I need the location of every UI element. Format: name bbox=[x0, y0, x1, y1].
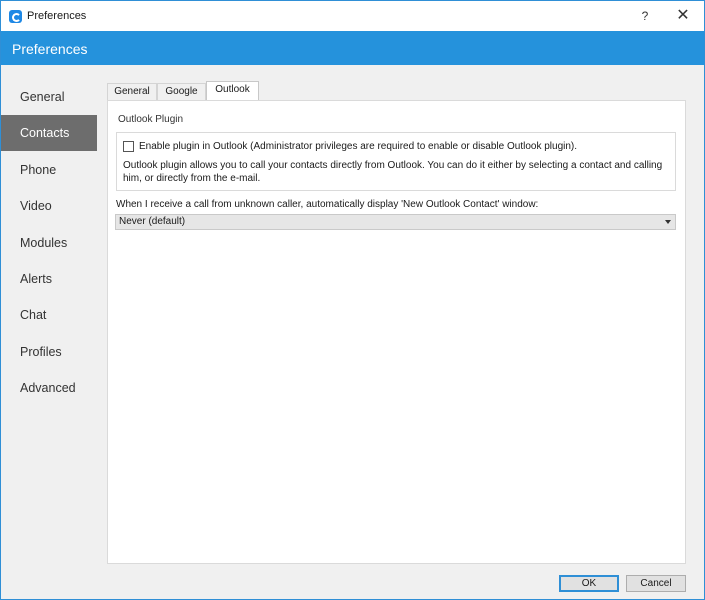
page-header: Preferences bbox=[1, 31, 704, 65]
tab-google[interactable]: Google bbox=[157, 83, 206, 100]
sidebar-item-modules[interactable]: Modules bbox=[1, 225, 97, 261]
unknown-caller-selected-value: Never (default) bbox=[119, 216, 186, 227]
tab-outlook[interactable]: Outlook bbox=[206, 81, 259, 101]
app-logo-icon bbox=[9, 10, 22, 23]
window-title: Preferences bbox=[27, 10, 87, 22]
page-title: Preferences bbox=[12, 41, 88, 57]
dropdown-arrow-icon bbox=[665, 220, 671, 224]
sidebar-item-general[interactable]: General bbox=[1, 79, 97, 115]
enable-plugin-label[interactable]: Enable plugin in Outlook (Administrator … bbox=[139, 141, 577, 152]
close-button[interactable]: ✕ bbox=[665, 1, 701, 31]
sidebar-item-profiles[interactable]: Profiles bbox=[1, 334, 97, 370]
sidebar-item-chat[interactable]: Chat bbox=[1, 297, 97, 333]
unknown-caller-label: When I receive a call from unknown calle… bbox=[116, 199, 539, 210]
sidebar-item-advanced[interactable]: Advanced bbox=[1, 370, 97, 406]
sidebar-item-contacts[interactable]: Contacts bbox=[1, 115, 97, 151]
enable-plugin-checkbox[interactable] bbox=[123, 141, 134, 152]
sidebar-item-video[interactable]: Video bbox=[1, 188, 97, 224]
cancel-button[interactable]: Cancel bbox=[626, 575, 686, 592]
outlook-plugin-description: Outlook plugin allows you to call your c… bbox=[123, 160, 663, 184]
outlook-plugin-section-title: Outlook Plugin bbox=[118, 114, 184, 125]
sidebar: General Contacts Phone Video Modules Ale… bbox=[1, 65, 97, 599]
preferences-window: Preferences ? ✕ Preferences General Cont… bbox=[0, 0, 705, 600]
tab-general[interactable]: General bbox=[107, 83, 157, 100]
unknown-caller-select[interactable]: Never (default) bbox=[115, 214, 676, 230]
ok-button[interactable]: OK bbox=[559, 575, 619, 592]
title-bar: Preferences ? ✕ bbox=[1, 1, 704, 31]
help-button[interactable]: ? bbox=[627, 1, 663, 31]
sidebar-item-alerts[interactable]: Alerts bbox=[1, 261, 97, 297]
sidebar-item-phone[interactable]: Phone bbox=[1, 152, 97, 188]
